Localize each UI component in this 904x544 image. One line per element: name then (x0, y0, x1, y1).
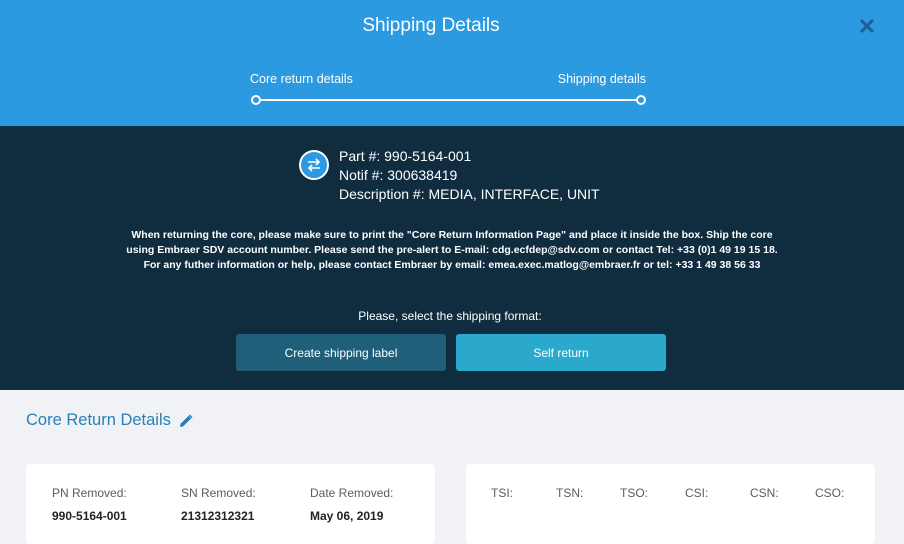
tsi-label: TSI: (491, 486, 514, 500)
pn-removed-value: 990-5164-001 (52, 509, 127, 523)
tsn-label: TSN: (556, 486, 584, 500)
sn-removed-label: SN Removed: (181, 486, 256, 500)
modal-header: Shipping Details ✕ Core return details S… (0, 0, 904, 126)
modal-title: Shipping Details (362, 15, 500, 36)
self-return-button[interactable]: Self return (456, 334, 666, 371)
instructions-line-1: When returning the core, please make sur… (131, 229, 773, 241)
pn-removed-label: PN Removed: (52, 486, 127, 500)
time-cycles-card: TSI: TSN: TSO: CSI: CSN: CSO: (466, 464, 875, 544)
shipping-format-prompt: Please, select the shipping format: (358, 309, 542, 323)
tso-label: TSO: (620, 486, 649, 500)
create-shipping-label-button[interactable]: Create shipping label (236, 334, 446, 371)
notif-number: Notif #: 300638419 (339, 167, 458, 183)
instructions-line-3: For any futher information or help, plea… (143, 259, 761, 271)
close-icon[interactable]: ✕ (856, 16, 878, 38)
pencil-icon[interactable] (179, 414, 193, 428)
date-removed-value: May 06, 2019 (310, 509, 384, 523)
progress-stepper: Core return details Shipping details (250, 72, 646, 108)
swap-arrows-icon (299, 150, 329, 180)
return-instructions: When returning the core, please make sur… (90, 228, 814, 273)
part-info: Part #: 990-5164-001 Notif #: 300638419 … (339, 147, 600, 204)
step-shipping-details[interactable]: Shipping details (558, 72, 646, 86)
step-dot-core-return (251, 95, 261, 105)
date-removed-field: Date Removed: May 06, 2019 (310, 486, 393, 523)
stepper-track (256, 99, 642, 101)
sn-removed-value: 21312312321 (181, 509, 255, 523)
sn-removed-field: SN Removed: 21312312321 (181, 486, 256, 523)
core-return-title-text: Core Return Details (26, 411, 171, 429)
instructions-line-2: using Embraer SDV account number. Please… (126, 244, 778, 256)
date-removed-label: Date Removed: (310, 486, 394, 500)
core-return-section-title: Core Return Details (26, 411, 193, 430)
csn-label: CSN: (750, 486, 779, 500)
core-details-card: PN Removed: 990-5164-001 SN Removed: 213… (26, 464, 435, 544)
step-core-return-details[interactable]: Core return details (250, 72, 353, 86)
step-dot-shipping (636, 95, 646, 105)
part-number: Part #: 990-5164-001 (339, 148, 472, 164)
part-description: Description #: MEDIA, INTERFACE, UNIT (339, 186, 600, 202)
csi-label: CSI: (685, 486, 709, 500)
pn-removed-field: PN Removed: 990-5164-001 (52, 486, 127, 523)
cso-label: CSO: (815, 486, 845, 500)
shipping-info-panel: Part #: 990-5164-001 Notif #: 300638419 … (0, 126, 904, 390)
